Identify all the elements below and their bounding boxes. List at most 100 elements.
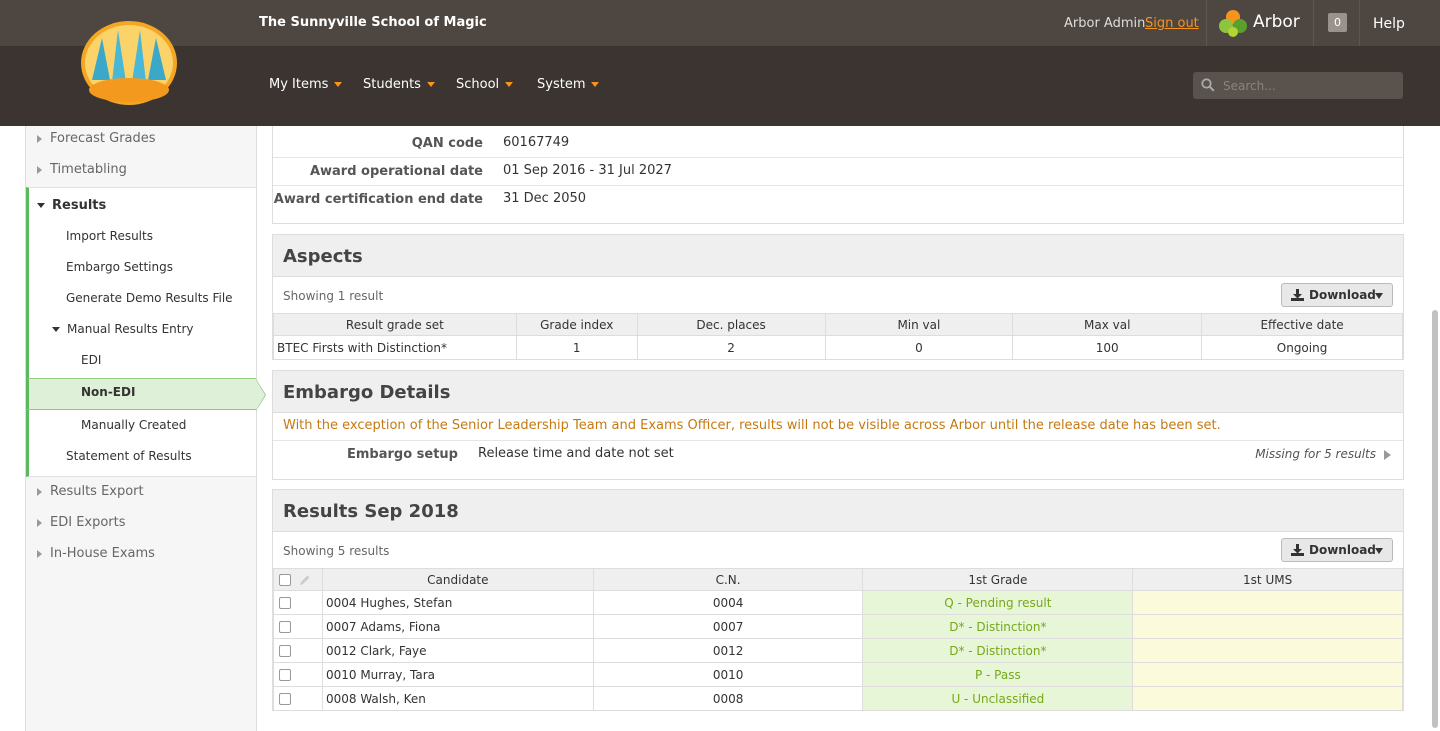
cell-1st-grade[interactable]: Q - Pending result: [862, 590, 1134, 615]
cell-grade-index: 1: [515, 335, 638, 360]
pencil-icon[interactable]: [299, 574, 311, 586]
award-certification-end-label: Award certification end date: [273, 192, 483, 207]
sidebar-item-import-results[interactable]: Import Results: [26, 229, 256, 243]
results-panel: Results Sep 2018 Showing 5 results Downl…: [272, 489, 1404, 711]
results-table: Candidate C.N. 1st Grade 1st UMS 0004 Hu…: [273, 568, 1403, 711]
sidebar-item-results[interactable]: Results: [26, 198, 256, 213]
sidebar-item-edi[interactable]: EDI: [26, 353, 256, 367]
row-checkbox[interactable]: [279, 645, 291, 657]
column-header[interactable]: Effective date: [1201, 313, 1403, 336]
table-row[interactable]: 0010 Murray, Tara 0010 P - Pass: [273, 662, 1403, 687]
aspects-panel: Aspects Showing 1 result Download Result…: [272, 234, 1404, 360]
help-link[interactable]: Help: [1373, 16, 1405, 32]
sidebar-item-results-export[interactable]: Results Export: [26, 484, 256, 499]
row-select: [273, 662, 323, 687]
sidebar-item-manual-results-entry[interactable]: Manual Results Entry: [26, 322, 256, 336]
cell-candidate: 0007 Adams, Fiona: [321, 614, 594, 639]
cell-cn: 0010: [592, 662, 864, 687]
sidebar-item-in-house-exams[interactable]: In-House Exams: [26, 546, 256, 561]
sidebar-item-non-edi-label[interactable]: Non-EDI: [26, 385, 256, 399]
cell-1st-ums[interactable]: [1132, 614, 1403, 639]
table-row[interactable]: 0004 Hughes, Stefan 0004 Q - Pending res…: [273, 590, 1403, 615]
triangle-right-icon: [37, 518, 42, 527]
current-user: Arbor Admin: [1064, 16, 1146, 31]
aspects-table: Result grade set Grade index Dec. places…: [273, 313, 1403, 360]
column-header[interactable]: Min val: [824, 313, 1014, 336]
row-checkbox[interactable]: [279, 597, 291, 609]
column-header[interactable]: Grade index: [515, 313, 638, 336]
caret-down-icon: [426, 82, 435, 87]
table-row[interactable]: BTEC Firsts with Distinction* 1 2 0 100 …: [273, 335, 1403, 360]
sidebar-item-statement-of-results[interactable]: Statement of Results: [26, 449, 256, 463]
column-header[interactable]: Max val: [1012, 313, 1203, 336]
search-input[interactable]: [1193, 72, 1403, 99]
divider: [273, 440, 1403, 441]
caret-down-icon: [505, 82, 514, 87]
triangle-right-icon: [1384, 449, 1391, 460]
sidebar-item-label: Timetabling: [50, 162, 127, 177]
nav-school[interactable]: School: [456, 77, 514, 92]
column-header[interactable]: 1st Grade: [862, 568, 1134, 591]
missing-results-link[interactable]: Missing for 5 results: [1255, 447, 1391, 461]
table-row[interactable]: 0008 Walsh, Ken 0008 U - Unclassified: [273, 686, 1403, 711]
sidebar-item-edi-exports[interactable]: EDI Exports: [26, 515, 256, 530]
table-row[interactable]: 0007 Adams, Fiona 0007 D* - Distinction*: [273, 614, 1403, 639]
row-select: [273, 614, 323, 639]
row-checkbox[interactable]: [279, 621, 291, 633]
cell-max-val: 100: [1012, 335, 1203, 360]
arbor-brand[interactable]: Arbor: [1206, 0, 1314, 46]
cell-candidate: 0012 Clark, Faye: [321, 638, 594, 663]
results-count: Showing 5 results: [283, 544, 390, 558]
nav-label: School: [456, 77, 500, 92]
sidebar-item-label: EDI Exports: [50, 515, 126, 530]
sidebar-item-generate-demo[interactable]: Generate Demo Results File: [26, 291, 256, 305]
nav-my-items[interactable]: My Items: [269, 77, 343, 92]
sidebar-item-embargo-settings[interactable]: Embargo Settings: [26, 260, 256, 274]
aspects-header: [273, 235, 1403, 277]
column-header[interactable]: 1st UMS: [1132, 568, 1403, 591]
nav-students[interactable]: Students: [363, 77, 435, 92]
missing-results-text: Missing for 5 results: [1255, 447, 1376, 461]
column-header[interactable]: Dec. places: [636, 313, 826, 336]
award-operational-date-label: Award operational date: [309, 164, 483, 179]
caret-down-icon: [1375, 548, 1383, 554]
triangle-down-icon: [52, 327, 60, 332]
sidebar-item-manually-created[interactable]: Manually Created: [26, 418, 256, 432]
column-header[interactable]: C.N.: [592, 568, 864, 591]
nav-system[interactable]: System: [537, 77, 600, 92]
download-label: Download: [1309, 543, 1376, 557]
row-checkbox[interactable]: [279, 669, 291, 681]
cell-candidate: 0008 Walsh, Ken: [321, 686, 594, 711]
cell-1st-ums[interactable]: [1132, 638, 1403, 663]
embargo-setup-label: Embargo setup: [346, 447, 458, 462]
aspects-download-button[interactable]: Download: [1281, 283, 1393, 307]
results-download-button[interactable]: Download: [1281, 538, 1393, 562]
sidebar-item-timetabling[interactable]: Timetabling: [26, 162, 256, 177]
select-all-checkbox[interactable]: [279, 574, 291, 586]
cell-1st-grade[interactable]: U - Unclassified: [862, 686, 1134, 711]
caret-down-icon: [1375, 293, 1383, 299]
sidebar-item-label: Forecast Grades: [50, 131, 156, 146]
notifications[interactable]: 0: [1314, 0, 1360, 46]
cell-1st-grade[interactable]: P - Pass: [862, 662, 1134, 687]
cell-cn: 0008: [592, 686, 864, 711]
column-header[interactable]: Candidate: [321, 568, 594, 591]
cell-1st-ums[interactable]: [1132, 686, 1403, 711]
row-checkbox[interactable]: [279, 693, 291, 705]
column-header[interactable]: Result grade set: [273, 313, 517, 336]
sign-out-link[interactable]: Sign out: [1145, 16, 1199, 31]
cell-1st-ums[interactable]: [1132, 590, 1403, 615]
download-icon: [1291, 289, 1304, 301]
nav-label: My Items: [269, 77, 329, 92]
cell-1st-grade[interactable]: D* - Distinction*: [862, 638, 1134, 663]
divider: [273, 185, 1403, 186]
table-row[interactable]: 0012 Clark, Faye 0012 D* - Distinction*: [273, 638, 1403, 663]
active-pointer-fill: [256, 380, 265, 410]
page-scrollbar[interactable]: [1432, 310, 1438, 728]
cell-1st-ums[interactable]: [1132, 662, 1403, 687]
cell-1st-grade[interactable]: D* - Distinction*: [862, 614, 1134, 639]
cell-cn: 0007: [592, 614, 864, 639]
sidebar-item-forecast-grades[interactable]: Forecast Grades: [26, 131, 256, 146]
download-icon: [1291, 544, 1304, 556]
cell-cn: 0004: [592, 590, 864, 615]
